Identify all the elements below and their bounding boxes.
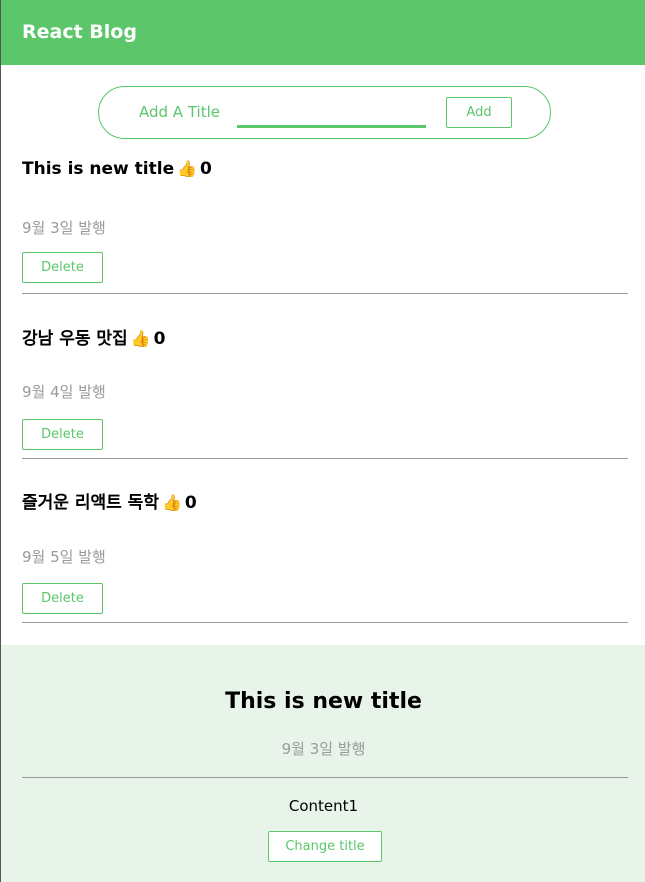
post-title-row: 즐거운 리액트 독학 👍 0 <box>22 488 197 513</box>
input-underline <box>237 125 426 128</box>
post-title-row: This is new title 👍 0 <box>22 159 212 179</box>
post-date: 9월 3일 발행 <box>22 219 106 237</box>
post-title-row: 강남 우동 맛집 👍 0 <box>22 324 165 349</box>
post-item: 강남 우동 맛집 👍 0 9월 4일 발행 Delete <box>22 324 628 459</box>
add-post-form: Add <box>98 86 551 139</box>
brand-title: React Blog <box>22 21 137 43</box>
post-detail-panel: This is new title 9월 3일 발행 Content1 Chan… <box>1 645 645 882</box>
like-count: 0 <box>184 493 197 513</box>
post-title[interactable]: 강남 우동 맛집 <box>22 329 128 349</box>
post-title[interactable]: 즐거운 리액트 독학 <box>22 493 159 513</box>
post-date: 9월 5일 발행 <box>22 548 106 566</box>
like-count: 0 <box>200 159 212 179</box>
detail-title: This is new title <box>225 689 422 714</box>
add-button[interactable]: Add <box>446 97 512 128</box>
title-input[interactable] <box>139 100 279 124</box>
like-icon[interactable]: 👍 <box>162 493 182 512</box>
like-count: 0 <box>153 329 166 349</box>
like-icon[interactable]: 👍 <box>131 329 151 348</box>
post-title[interactable]: This is new title <box>22 159 174 179</box>
delete-button[interactable]: Delete <box>22 252 103 283</box>
like-icon[interactable]: 👍 <box>177 159 197 178</box>
detail-date: 9월 3일 발행 <box>281 740 366 758</box>
app-header: React Blog <box>1 0 645 65</box>
delete-button[interactable]: Delete <box>22 583 103 614</box>
post-date: 9월 4일 발행 <box>22 383 106 401</box>
post-item: 즐거운 리액트 독학 👍 0 9월 5일 발행 Delete <box>22 488 628 623</box>
detail-divider <box>22 777 628 778</box>
change-title-button[interactable]: Change title <box>268 831 382 862</box>
delete-button[interactable]: Delete <box>22 419 103 450</box>
detail-content: Content1 <box>288 797 359 815</box>
post-item: This is new title 👍 0 9월 3일 발행 Delete <box>22 159 628 294</box>
